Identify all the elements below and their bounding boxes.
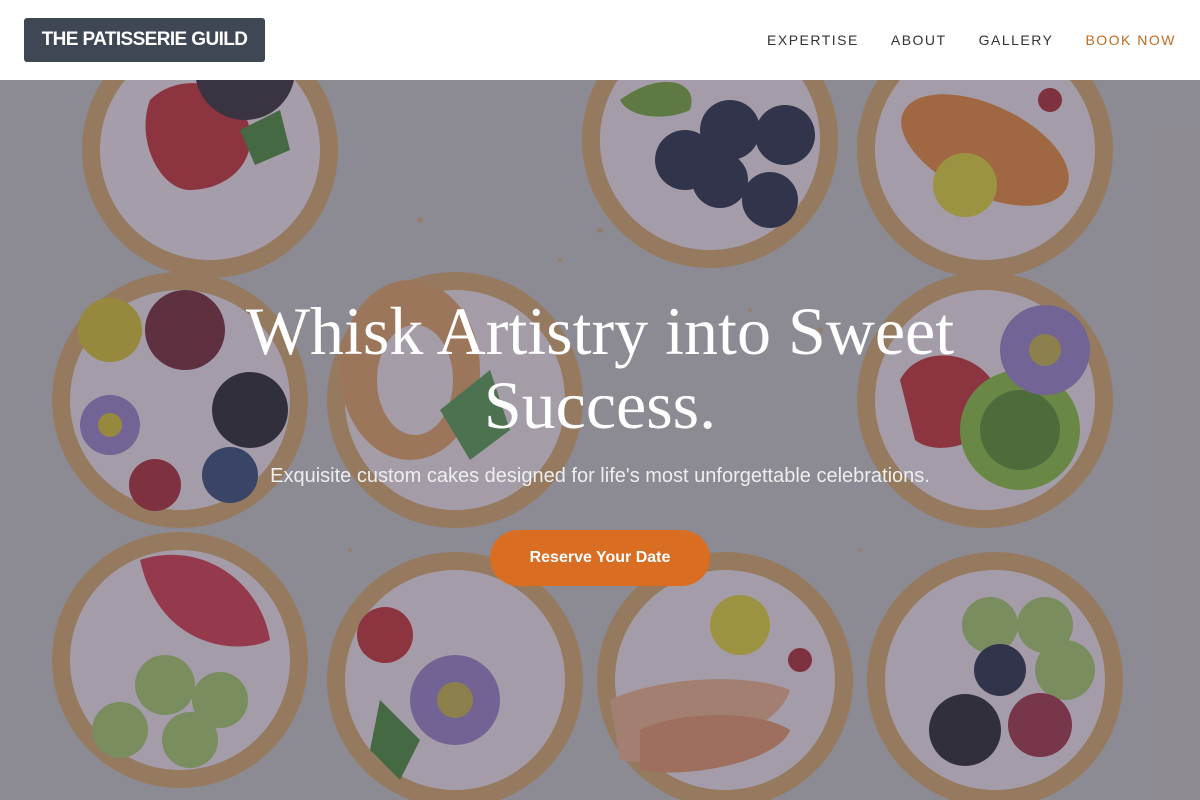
nav-expertise[interactable]: EXPERTISE: [767, 32, 859, 48]
brand-logo[interactable]: THE PATISSERIE GUILD: [24, 18, 265, 62]
nav-book-now[interactable]: BOOK NOW: [1085, 32, 1176, 48]
hero-section: Whisk Artistry into Sweet Success. Exqui…: [0, 80, 1200, 800]
reserve-date-button[interactable]: Reserve Your Date: [490, 530, 710, 586]
site-header: THE PATISSERIE GUILD EXPERTISE ABOUT GAL…: [0, 0, 1200, 80]
hero-subtitle: Exquisite custom cakes designed for life…: [270, 465, 930, 487]
page: THE PATISSERIE GUILD EXPERTISE ABOUT GAL…: [0, 0, 1200, 800]
hero-title: Whisk Artistry into Sweet Success.: [245, 293, 955, 443]
nav-about[interactable]: ABOUT: [891, 32, 947, 48]
main-nav: EXPERTISE ABOUT GALLERY BOOK NOW: [767, 0, 1176, 80]
nav-gallery[interactable]: GALLERY: [979, 32, 1054, 48]
hero-content: Whisk Artistry into Sweet Success. Exqui…: [0, 80, 1200, 800]
